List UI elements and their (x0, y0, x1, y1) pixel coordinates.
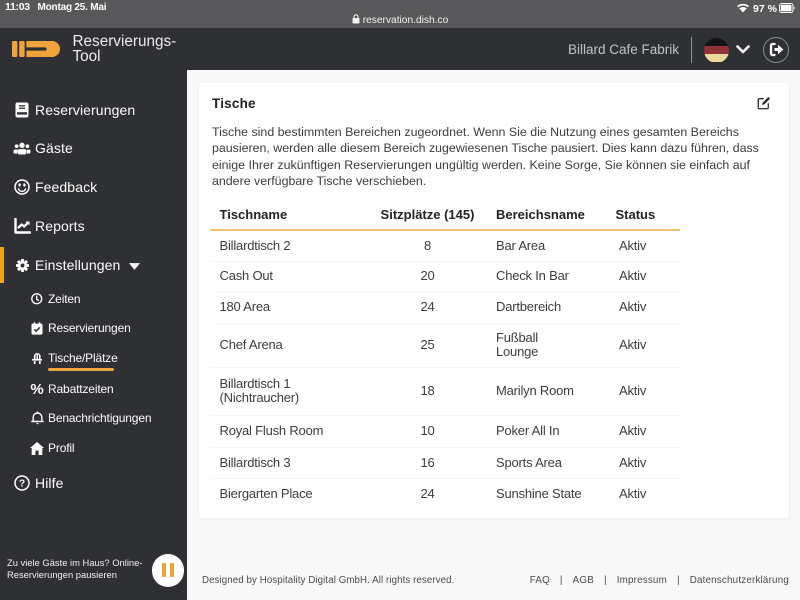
svg-text:97 %: 97 % (753, 3, 778, 14)
svg-text:?: ? (19, 479, 25, 490)
